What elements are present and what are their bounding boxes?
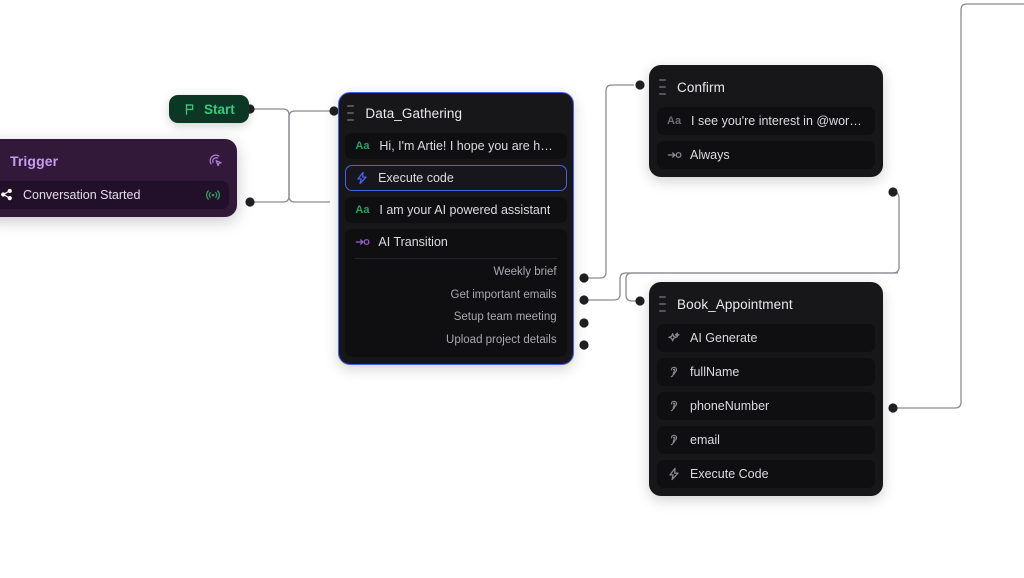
trigger-node-title: Trigger — [10, 153, 59, 169]
cursor-click-icon[interactable] — [208, 153, 225, 170]
edge-trigger-to-data-gathering — [250, 110, 330, 203]
drag-handle-icon[interactable] — [347, 104, 357, 122]
listen-ear-icon — [667, 399, 681, 413]
row-label: I am your AI powered assistant — [379, 203, 551, 218]
transition-option[interactable]: Upload project details — [355, 329, 557, 352]
lightning-icon — [355, 171, 369, 185]
data-gathering-row-greeting[interactable]: Aa Hi, I'm Artie! I hope you are havi… — [345, 133, 567, 160]
edge-weeklybrief-to-confirm — [584, 84, 634, 279]
row-label: Always — [690, 148, 730, 162]
transition-option[interactable]: Get important emails — [355, 284, 557, 307]
book-appointment-node-title: Book_Appointment — [677, 296, 793, 312]
start-button-label: Start — [204, 101, 235, 117]
dot-book-appointment-in — [635, 296, 645, 306]
data-gathering-row-ai-transition[interactable]: AI Transition — [345, 229, 567, 256]
start-button[interactable]: Start — [169, 95, 249, 123]
aa-text-icon: Aa — [355, 204, 370, 217]
row-label: fullName — [690, 365, 740, 379]
confirm-row-always[interactable]: Always — [657, 141, 875, 169]
book-appointment-row-phonenumber[interactable]: phoneNumber — [657, 392, 875, 420]
broadcast-icon — [205, 188, 220, 202]
aa-text-icon: Aa — [667, 115, 682, 127]
row-label: Execute Code — [690, 467, 769, 481]
transition-option[interactable]: Setup team meeting — [355, 306, 557, 329]
drag-handle-icon[interactable] — [659, 295, 669, 313]
row-label: Execute code — [378, 171, 454, 186]
data-gathering-node[interactable]: Data_Gathering Aa Hi, I'm Artie! I hope … — [338, 92, 574, 365]
trigger-row-label: Conversation Started — [23, 188, 141, 202]
dot-data-gathering-out-2 — [579, 295, 589, 305]
row-label: Hi, I'm Artie! I hope you are havi… — [379, 139, 557, 154]
dot-data-gathering-out-4 — [579, 340, 589, 350]
ai-transition-options: Weekly brief Get important emails Setup … — [345, 253, 567, 358]
drag-handle-icon[interactable] — [659, 78, 669, 96]
book-appointment-row-execute-code[interactable]: Execute Code — [657, 460, 875, 488]
data-gathering-node-title: Data_Gathering — [365, 105, 463, 121]
row-label: AI Transition — [378, 235, 448, 250]
transition-arrow-icon — [667, 148, 682, 162]
dot-confirm-out — [888, 187, 898, 197]
row-label: I see you're interest in @workfl… — [691, 114, 865, 128]
dot-book-appointment-out — [888, 403, 898, 413]
data-gathering-row-execute-code[interactable]: Execute code — [345, 165, 567, 192]
flag-icon — [183, 102, 197, 116]
share-nodes-icon — [0, 188, 14, 202]
confirm-node-header[interactable]: Confirm — [657, 73, 875, 101]
lightning-icon — [667, 467, 681, 481]
edge-book-appointment-to-offscreen — [893, 3, 1024, 409]
edge-start-to-data-gathering — [250, 108, 330, 203]
listen-ear-icon — [667, 365, 681, 379]
dot-data-gathering-out-1 — [579, 273, 589, 283]
row-label: phoneNumber — [690, 399, 770, 413]
confirm-node[interactable]: Confirm Aa I see you're interest in @wor… — [649, 65, 883, 177]
book-appointment-row-ai-generate[interactable]: AI Generate — [657, 324, 875, 352]
transition-arrow-icon — [355, 235, 370, 249]
book-appointment-row-fullname[interactable]: fullName — [657, 358, 875, 386]
confirm-row-message[interactable]: Aa I see you're interest in @workfl… — [657, 107, 875, 135]
trigger-node-header[interactable]: Trigger — [0, 147, 229, 175]
drag-handle-icon[interactable] — [0, 152, 2, 170]
dot-confirm-in — [635, 80, 645, 90]
trigger-row-conversation-started[interactable]: Conversation Started — [0, 181, 229, 209]
data-gathering-node-header[interactable]: Data_Gathering — [345, 99, 566, 127]
transition-option[interactable]: Weekly brief — [355, 261, 557, 284]
dot-data-gathering-out-3 — [579, 318, 589, 328]
data-gathering-row-assistant[interactable]: Aa I am your AI powered assistant — [345, 197, 567, 224]
book-appointment-node[interactable]: Book_Appointment AI Generate fullName ph… — [649, 282, 883, 496]
confirm-node-title: Confirm — [677, 79, 725, 95]
listen-ear-icon — [667, 433, 681, 447]
trigger-node[interactable]: Trigger Conversation Started — [0, 139, 237, 217]
book-appointment-row-email[interactable]: email — [657, 426, 875, 454]
book-appointment-node-header[interactable]: Book_Appointment — [657, 290, 875, 318]
row-label: AI Generate — [690, 331, 758, 345]
dot-trigger-out — [245, 197, 255, 207]
row-label: email — [690, 433, 720, 447]
divider — [355, 258, 557, 260]
workflow-canvas[interactable]: Start Trigger Conversation Started Data_… — [0, 0, 1024, 578]
aa-text-icon: Aa — [355, 140, 370, 153]
sparkle-icon — [667, 331, 681, 345]
